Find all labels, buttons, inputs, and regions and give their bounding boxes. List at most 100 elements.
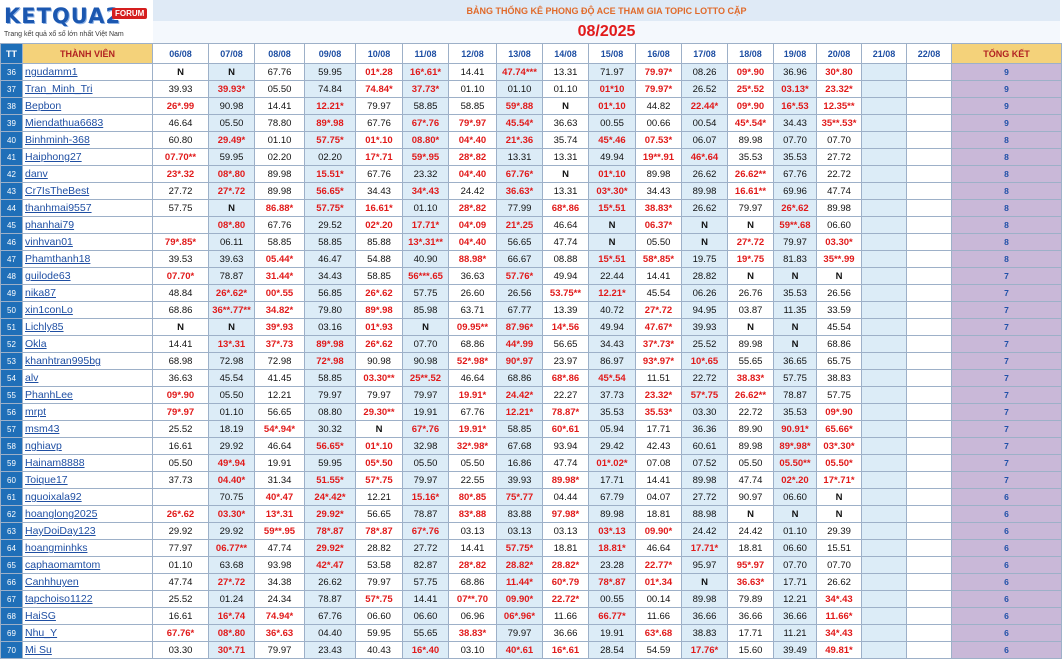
member-name-link[interactable]: danv [22, 165, 153, 183]
member-name-link[interactable]: Cr7IsTheBest [22, 182, 153, 200]
day-cell: 14.41 [635, 267, 682, 285]
member-name-link[interactable]: hoanglong2025 [22, 505, 153, 523]
table-row: 62 hoanglong2025 26*.62 03.30* 13*.31 29.92* 5… [0, 505, 1062, 523]
member-name-link[interactable]: Binhminh-368 [22, 131, 153, 149]
member-name-link[interactable]: hoangminhks [22, 539, 153, 557]
member-name-link[interactable]: PhanhLee [22, 386, 153, 404]
day-cell: N [681, 573, 728, 591]
table-row: 46 vinhvan01 79*.85* 06.11 58.85 58.85 85.88 13… [0, 233, 1062, 251]
member-name-link[interactable]: HayDoiDay123 [22, 522, 153, 540]
member-name-link[interactable]: xin1conLo [22, 301, 153, 319]
day-cell-empty [906, 471, 952, 489]
member-name-link[interactable]: ngudamm1 [22, 63, 153, 81]
day-cell: 57*.75 [355, 590, 403, 608]
member-name-link[interactable]: Haiphong27 [22, 148, 153, 166]
day-cell: 09.90* [496, 590, 543, 608]
member-name-link[interactable]: vinhvan01 [22, 233, 153, 251]
member-name-link[interactable]: mrpt [22, 403, 153, 421]
day-cell: 89.98 [727, 131, 774, 149]
row-number: 65 [0, 556, 23, 574]
member-name-link[interactable]: HaiSG [22, 607, 153, 625]
member-name-link[interactable]: caphaomamtom [22, 556, 153, 574]
row-number: 39 [0, 114, 23, 132]
day-cell: 56.65 [542, 335, 589, 353]
day-cell: 89.98 [727, 335, 774, 353]
site-logo[interactable]: KETQUA2 FORUM Trang kết quả xổ số lớn nh… [0, 0, 154, 44]
day-cell-empty [861, 420, 907, 438]
day-cell: 25.52 [152, 420, 209, 438]
day-cell: 07**.70 [448, 590, 497, 608]
column-header-day: 21/08 [861, 43, 907, 64]
day-cell: 07.70 [816, 131, 862, 149]
day-cell: 79.97 [304, 386, 356, 404]
day-cell: 40.72 [588, 301, 636, 319]
column-header-day: 10/08 [355, 43, 403, 64]
day-cell: 08*.80 [208, 216, 255, 234]
day-cell-empty [861, 607, 907, 625]
day-cell: N [816, 505, 862, 523]
day-cell: 01*.10 [588, 97, 636, 115]
member-name-link[interactable]: Mi Su [22, 641, 153, 659]
day-cell: 42.43 [635, 437, 682, 455]
day-cell: 59.95 [304, 63, 356, 81]
table-row: 38 Bepbon 26*.99 90.98 14.41 12.21* 79.97 58.85… [0, 97, 1062, 115]
member-name-link[interactable]: Miendathua6683 [22, 114, 153, 132]
table-row: 47 Phamthanh18 39.53 39.63 05.44* 46.47 54.88 4… [0, 250, 1062, 268]
day-cell: 26.62 [304, 573, 356, 591]
member-name-link[interactable]: phanhai79 [22, 216, 153, 234]
member-name-link[interactable]: msm43 [22, 420, 153, 438]
member-name-link[interactable]: nika87 [22, 284, 153, 302]
total-cell: 9 [951, 97, 1062, 115]
member-name-link[interactable]: alv [22, 369, 153, 387]
day-cell: 45*.54 [588, 369, 636, 387]
day-cell: 05.94 [588, 420, 636, 438]
total-cell: 6 [951, 607, 1062, 625]
member-name-link[interactable]: Nhu_Y [22, 624, 153, 642]
column-header-day: 06/08 [152, 43, 209, 64]
day-cell: 72*.98 [304, 352, 356, 370]
day-cell: 15*.51 [588, 199, 636, 217]
day-cell: 09.90* [635, 522, 682, 540]
day-cell: 03.30** [355, 369, 403, 387]
day-cell: 05.50* [816, 454, 862, 472]
day-cell: 36.66 [773, 607, 817, 625]
member-name-link[interactable]: Tran_Minh_Tri [22, 80, 153, 98]
member-name-link[interactable]: Phamthanh18 [22, 250, 153, 268]
member-name-link[interactable]: nghiavp [22, 437, 153, 455]
member-name-link[interactable]: Canhhuyen [22, 573, 153, 591]
member-name-link[interactable]: tapchoiso1122 [22, 590, 153, 608]
table-row: 53 khanhtran995bg 68.98 72.98 72.98 72*.98 90.… [0, 352, 1062, 370]
member-name-link[interactable]: nguoixala92 [22, 488, 153, 506]
member-name-link[interactable]: khanhtran995bg [22, 352, 153, 370]
day-cell: 00.55 [588, 114, 636, 132]
day-cell: 08*.80 [208, 165, 255, 183]
member-name-link[interactable]: thanhmai9557 [22, 199, 153, 217]
total-cell: 6 [951, 573, 1062, 591]
day-cell: 79*.85* [152, 233, 209, 251]
day-cell: 16.61 [152, 607, 209, 625]
day-cell-empty [861, 505, 907, 523]
table-row: 69 Nhu_Y 67.76* 08*.80 36*.63 04.40 59.95 55.65… [0, 624, 1062, 642]
member-name-link[interactable]: Lichly85 [22, 318, 153, 336]
day-cell: 40.90 [402, 250, 449, 268]
day-cell: 89*.98 [355, 301, 403, 319]
day-cell-empty [906, 522, 952, 540]
member-name-link[interactable]: Toique17 [22, 471, 153, 489]
member-name-link[interactable]: Okla [22, 335, 153, 353]
day-cell: 75*.77 [496, 488, 543, 506]
day-cell-empty [906, 267, 952, 285]
day-cell: 59.95 [355, 624, 403, 642]
member-name-link[interactable]: guilode63 [22, 267, 153, 285]
day-cell: 34.38 [254, 573, 305, 591]
day-cell: N [727, 318, 774, 336]
day-cell-empty [906, 250, 952, 268]
member-name-link[interactable]: Bepbon [22, 97, 153, 115]
member-name-link[interactable]: Hainam8888 [22, 454, 153, 472]
day-cell: 79.89 [727, 590, 774, 608]
day-cell: 04.40 [304, 624, 356, 642]
row-number: 49 [0, 284, 23, 302]
day-cell: 79.97 [254, 641, 305, 659]
day-cell: 29.92 [152, 522, 209, 540]
day-cell: N [681, 216, 728, 234]
day-cell: 89*.98 [304, 114, 356, 132]
